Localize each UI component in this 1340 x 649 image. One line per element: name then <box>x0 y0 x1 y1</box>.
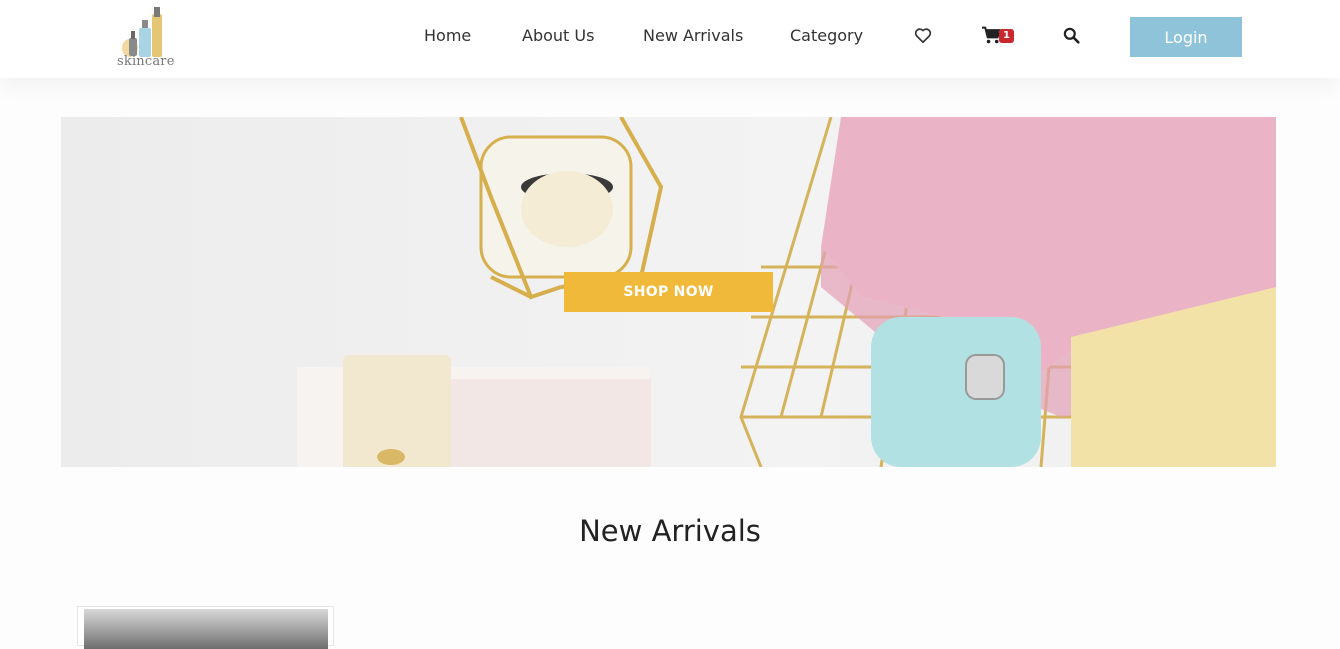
hero-banner: SHOP NOW <box>61 117 1276 467</box>
login-button[interactable]: Login <box>1130 17 1242 57</box>
nav-new-arrivals[interactable]: New Arrivals <box>643 26 743 46</box>
brand-logo[interactable]: skincare <box>112 4 182 70</box>
cart-count-badge: 1 <box>999 29 1014 43</box>
product-card[interactable] <box>77 606 334 649</box>
heart-icon[interactable] <box>914 27 936 47</box>
product-image <box>84 609 328 649</box>
nav-category[interactable]: Category <box>790 26 863 46</box>
nav-about-us[interactable]: About Us <box>522 26 594 46</box>
site-header: skincare Home About Us New Arrivals Cate… <box>0 0 1340 78</box>
logo-text: skincare <box>117 54 175 69</box>
shop-now-button[interactable]: SHOP NOW <box>564 272 773 312</box>
search-icon[interactable] <box>1063 27 1085 47</box>
cart-icon <box>982 26 1001 44</box>
cart-button[interactable]: 1 <box>981 26 1017 46</box>
new-arrivals-heading: New Arrivals <box>579 514 761 548</box>
nav-home[interactable]: Home <box>424 26 471 46</box>
